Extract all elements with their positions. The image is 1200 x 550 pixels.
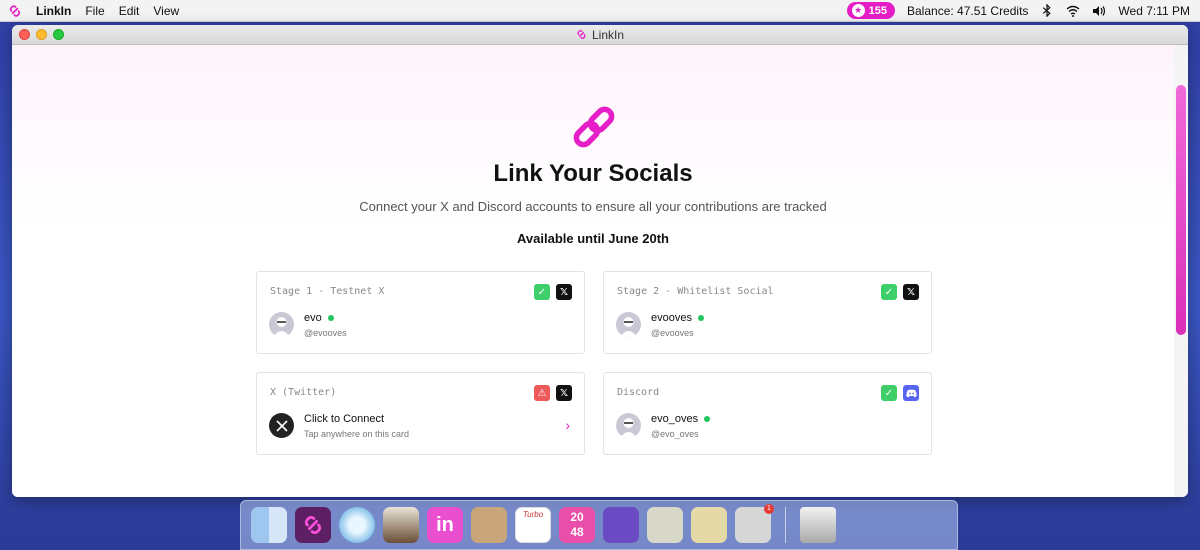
user-name: evo — [304, 312, 322, 324]
menu-edit[interactable]: Edit — [119, 4, 140, 18]
check-icon: ✓ — [881, 385, 897, 401]
avatar — [616, 413, 641, 438]
window-close-button[interactable] — [19, 29, 30, 40]
check-icon: ✓ — [881, 284, 897, 300]
photos-app-icon[interactable] — [383, 507, 419, 543]
card-stage-1[interactable]: Stage 1 - Testnet X ✓ 𝕏 evo @evooves — [256, 271, 585, 354]
availability-text: Available until June 20th — [517, 231, 669, 246]
turbo-label: Turbo — [522, 510, 544, 519]
x-logo-icon: 𝕏 — [556, 385, 572, 401]
bluetooth-icon[interactable] — [1040, 4, 1054, 18]
window-title: LinkIn — [591, 27, 625, 42]
dock-separator — [785, 507, 786, 543]
card-discord[interactable]: Discord ✓ evo_oves @evo_oves — [603, 372, 932, 455]
menu-app-name[interactable]: LinkIn — [36, 4, 71, 18]
window-minimize-button[interactable] — [36, 29, 47, 40]
utilities-folder-icon[interactable]: 1 — [735, 504, 774, 543]
user-handle: @evooves — [651, 328, 694, 338]
2048-label-bottom: 48 — [570, 525, 584, 539]
linkedin-style-app-icon[interactable]: in — [427, 507, 463, 543]
discord-icon — [903, 385, 919, 401]
2048-label-top: 20 — [570, 510, 584, 524]
card-stage-2[interactable]: Stage 2 - Whitelist Social ✓ 𝕏 evooves @… — [603, 271, 932, 354]
turbo-game-icon[interactable]: Turbo — [515, 507, 551, 543]
scrollbar-thumb[interactable] — [1176, 85, 1186, 335]
star-icon: ★ — [851, 4, 865, 17]
monster-game-icon[interactable] — [603, 507, 639, 543]
user-name: evooves — [651, 312, 692, 324]
dock: in Turbo 20 48 1 — [240, 500, 958, 550]
connect-label: Click to Connect — [304, 413, 385, 425]
volume-icon[interactable] — [1092, 4, 1106, 18]
menu-file[interactable]: File — [85, 4, 104, 18]
x-logo-icon — [269, 413, 294, 438]
window-titlebar[interactable]: LinkIn — [12, 25, 1188, 45]
warning-icon: ⚠ — [534, 385, 550, 401]
check-icon: ✓ — [534, 284, 550, 300]
card-label: Stage 1 - Testnet X — [270, 286, 385, 297]
chevron-right-icon[interactable]: › — [565, 417, 570, 433]
card-label: Discord — [617, 387, 660, 398]
page-subtitle: Connect your X and Discord accounts to e… — [359, 199, 827, 214]
connect-hint: Tap anywhere on this card — [304, 429, 410, 439]
scrollbar[interactable] — [1174, 45, 1188, 497]
linkin-app-icon[interactable] — [295, 507, 331, 543]
x-logo-icon: 𝕏 — [903, 284, 919, 300]
points-pill[interactable]: ★ 155 — [846, 2, 895, 19]
games-folder-icon[interactable] — [691, 507, 727, 543]
user-handle: @evo_oves — [651, 429, 699, 439]
user-handle: @evooves — [304, 328, 347, 338]
globe-browser-icon[interactable] — [339, 507, 375, 543]
app-logo-icon[interactable] — [8, 4, 22, 18]
card-label: Stage 2 - Whitelist Social — [617, 286, 774, 297]
avatar — [616, 312, 641, 337]
menu-bar: LinkIn File Edit View ★ 155 Balance: 47.… — [0, 0, 1200, 22]
user-name: evo_oves — [651, 413, 699, 425]
finder-icon[interactable] — [251, 507, 287, 543]
link-chain-icon — [573, 106, 615, 148]
2048-game-icon[interactable]: 20 48 — [559, 507, 595, 543]
online-status-dot — [697, 315, 704, 321]
app-window: LinkIn Link Your Socials Connect your X … — [12, 25, 1188, 497]
menu-view[interactable]: View — [153, 4, 179, 18]
x-logo-icon: 𝕏 — [556, 284, 572, 300]
card-x-twitter[interactable]: X (Twitter) ⚠ 𝕏 Click to Connect Tap any… — [256, 372, 585, 455]
menu-clock[interactable]: Wed 7:11 PM — [1118, 4, 1190, 18]
title-logo-icon — [577, 29, 586, 40]
notification-badge: 1 — [764, 504, 774, 514]
points-count: 155 — [868, 4, 887, 17]
apps-folder-icon[interactable] — [647, 507, 683, 543]
trash-icon[interactable] — [800, 507, 836, 543]
page-title: Link Your Socials — [493, 160, 693, 187]
online-status-dot — [327, 315, 334, 321]
online-status-dot — [704, 416, 711, 422]
cassette-app-icon[interactable] — [471, 507, 507, 543]
window-maximize-button[interactable] — [53, 29, 64, 40]
avatar — [269, 312, 294, 337]
card-label: X (Twitter) — [270, 387, 337, 398]
wifi-icon[interactable] — [1066, 4, 1080, 18]
page-content: Link Your Socials Connect your X and Dis… — [12, 45, 1174, 497]
balance-text: Balance: 47.51 Credits — [907, 3, 1029, 18]
